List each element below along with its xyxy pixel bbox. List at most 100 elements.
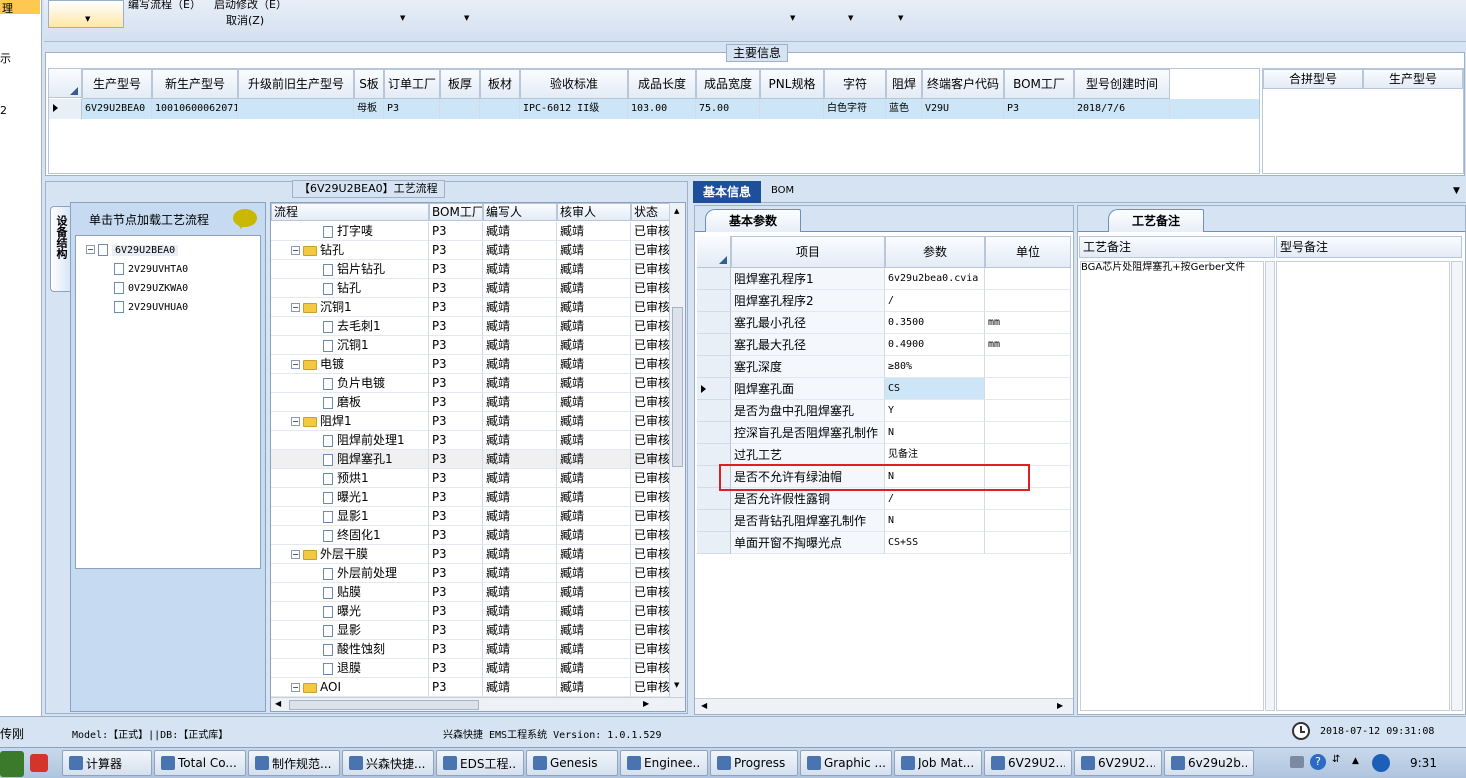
main-col-header[interactable]: 新生产型号 bbox=[152, 69, 238, 99]
tray-keyboard-icon[interactable] bbox=[1290, 756, 1304, 768]
tab-bom[interactable]: BOM bbox=[771, 185, 794, 196]
process-row[interactable]: 阻焊前处理1 P3 臧靖 臧靖 已审核 bbox=[271, 431, 681, 450]
chevron-down-icon[interactable]: ▼ bbox=[464, 14, 469, 22]
remark-scrollbar[interactable] bbox=[1265, 261, 1275, 711]
process-row[interactable]: − 钻孔 P3 臧靖 臧靖 已审核 bbox=[271, 241, 681, 260]
app-icon[interactable] bbox=[30, 754, 48, 772]
process-row[interactable]: 打字唛 P3 臧靖 臧靖 已审核 bbox=[271, 222, 681, 241]
tree-child-node[interactable]: 0V29UZKWA0 bbox=[114, 280, 188, 294]
main-col-header[interactable]: 订单工厂 bbox=[384, 69, 440, 99]
chevron-down-icon[interactable]: ▼ bbox=[1453, 186, 1460, 196]
main-col-header[interactable]: 板厚 bbox=[440, 69, 480, 99]
main-col-header[interactable]: 板材 bbox=[480, 69, 520, 99]
param-row[interactable]: 塞孔最大孔径 0.4900 mm bbox=[697, 334, 1071, 356]
scroll-up-icon[interactable]: ▲ bbox=[674, 207, 679, 215]
param-value-cell[interactable]: 0.3500 bbox=[885, 312, 985, 334]
process-row[interactable]: − 沉铜1 P3 臧靖 臧靖 已审核 bbox=[271, 298, 681, 317]
scroll-thumb[interactable] bbox=[672, 307, 683, 467]
taskbar-item[interactable]: 计算器 bbox=[62, 750, 152, 776]
chevron-down-icon[interactable]: ▼ bbox=[790, 14, 795, 22]
param-value-cell[interactable]: CS bbox=[885, 378, 985, 400]
scroll-left-icon[interactable]: ◀ bbox=[701, 701, 707, 710]
scroll-down-icon[interactable]: ▼ bbox=[674, 681, 679, 689]
param-value-cell[interactable]: / bbox=[885, 488, 985, 510]
subtab-basic-params[interactable]: 基本参数 bbox=[705, 209, 801, 232]
col-merge-model[interactable]: 合拼型号 bbox=[1263, 69, 1363, 89]
main-col-header[interactable]: 升级前旧生产型号 bbox=[238, 69, 354, 99]
main-col-header[interactable]: 成品宽度 bbox=[696, 69, 760, 99]
scroll-right-icon[interactable]: ▶ bbox=[1057, 701, 1063, 710]
taskbar-item[interactable]: 制作规范... bbox=[248, 750, 340, 776]
process-row[interactable]: 曝光 P3 臧靖 臧靖 已审核 bbox=[271, 602, 681, 621]
param-value-cell[interactable]: / bbox=[885, 290, 985, 312]
left-nav-item-a[interactable]: 示 bbox=[0, 50, 11, 66]
expand-icon[interactable]: − bbox=[291, 550, 300, 559]
tab-process-remark[interactable]: 工艺备注 bbox=[1108, 209, 1204, 232]
param-value-cell[interactable]: N bbox=[885, 510, 985, 532]
process-hscrollbar[interactable]: ◀ ▶ bbox=[271, 697, 685, 711]
params-hscrollbar[interactable]: ◀ ▶ bbox=[695, 698, 1073, 714]
expand-icon[interactable]: − bbox=[291, 683, 300, 692]
main-col-header[interactable]: 字符 bbox=[824, 69, 886, 99]
param-value-cell[interactable]: 见备注 bbox=[885, 444, 985, 466]
param-row[interactable]: 塞孔深度 ≥80% bbox=[697, 356, 1071, 378]
menu-start-modify[interactable]: 启动修改（E） bbox=[214, 0, 287, 12]
process-row[interactable]: 负片电镀 P3 臧靖 臧靖 已审核 bbox=[271, 374, 681, 393]
process-row[interactable]: − AOI P3 臧靖 臧靖 已审核 bbox=[271, 678, 681, 697]
main-col-header[interactable]: 阻焊 bbox=[886, 69, 922, 99]
taskbar-item[interactable]: Progress bbox=[710, 750, 798, 776]
param-value-cell[interactable]: Y bbox=[885, 400, 985, 422]
col-unit[interactable]: 单位 bbox=[985, 236, 1071, 268]
tree-child-node[interactable]: 2V29UVHTA0 bbox=[114, 261, 188, 275]
process-row[interactable]: 显影 P3 臧靖 臧靖 已审核 bbox=[271, 621, 681, 640]
chevron-down-icon[interactable]: ▼ bbox=[898, 14, 903, 22]
process-row[interactable]: 磨板 P3 臧靖 臧靖 已审核 bbox=[271, 393, 681, 412]
tray-expand-icon[interactable]: ▲ bbox=[1352, 756, 1359, 766]
main-col-header[interactable]: PNL规格 bbox=[760, 69, 824, 99]
col-production-model[interactable]: 生产型号 bbox=[1363, 69, 1463, 89]
process-row[interactable]: 曝光1 P3 臧靖 臧靖 已审核 bbox=[271, 488, 681, 507]
toolbar-dropdown[interactable]: ▼ bbox=[48, 0, 124, 28]
main-col-header[interactable]: 型号创建时间 bbox=[1074, 69, 1170, 99]
process-row[interactable]: − 外层干膜 P3 臧靖 臧靖 已审核 bbox=[271, 545, 681, 564]
tray-app-icon[interactable] bbox=[1372, 754, 1390, 772]
process-row[interactable]: 钻孔 P3 臧靖 臧靖 已审核 bbox=[271, 279, 681, 298]
param-row[interactable]: 塞孔最小孔径 0.3500 mm bbox=[697, 312, 1071, 334]
tree-root-node[interactable]: −6V29U2BEA0 bbox=[86, 242, 179, 256]
param-value-cell[interactable]: 6v29u2bea0.cvia bbox=[885, 268, 985, 290]
main-col-header[interactable]: 生产型号 bbox=[82, 69, 152, 99]
process-remark-text[interactable]: BGA芯片处阻焊塞孔+按Gerber文件 bbox=[1080, 261, 1264, 711]
process-col-header[interactable]: BOM工厂 bbox=[429, 203, 483, 221]
param-row[interactable]: 阻焊塞孔程序2/ bbox=[697, 290, 1071, 312]
menu-cancel[interactable]: 取消(Z) bbox=[226, 12, 264, 28]
process-row[interactable]: 外层前处理 P3 臧靖 臧靖 已审核 bbox=[271, 564, 681, 583]
main-col-header[interactable]: 验收标准 bbox=[520, 69, 628, 99]
param-value-cell[interactable]: CS+SS bbox=[885, 532, 985, 554]
chevron-down-icon[interactable]: ▼ bbox=[400, 14, 405, 22]
process-col-header[interactable]: 编写人 bbox=[483, 203, 557, 221]
help-icon[interactable]: ? bbox=[1310, 754, 1326, 770]
param-value-cell[interactable]: ≥80% bbox=[885, 356, 985, 378]
process-row[interactable]: 酸性蚀刻 P3 臧靖 臧靖 已审核 bbox=[271, 640, 681, 659]
model-remark-scrollbar[interactable] bbox=[1451, 261, 1463, 711]
chevron-down-icon[interactable]: ▼ bbox=[848, 14, 853, 22]
taskbar-item[interactable]: 兴森快捷... bbox=[342, 750, 434, 776]
main-col-header[interactable]: 终端客户代码 bbox=[922, 69, 1004, 99]
taskbar-item[interactable]: 6V29U2... bbox=[984, 750, 1072, 776]
taskbar-item[interactable]: Graphic ... bbox=[800, 750, 892, 776]
process-col-header[interactable]: 核审人 bbox=[557, 203, 631, 221]
param-row[interactable]: 单面开窗不掏曝光点 CS+SS bbox=[697, 532, 1071, 554]
param-value-cell[interactable]: N bbox=[885, 422, 985, 444]
network-icon[interactable]: ⇵ bbox=[1332, 754, 1344, 772]
scroll-right-icon[interactable]: ▶ bbox=[643, 699, 649, 708]
tab-basic-info[interactable]: 基本信息 bbox=[693, 181, 761, 203]
param-value-cell[interactable]: 0.4900 bbox=[885, 334, 985, 356]
start-icon[interactable] bbox=[0, 751, 24, 777]
hscroll-thumb[interactable] bbox=[289, 700, 479, 710]
process-vscrollbar[interactable]: ▲ ▼ bbox=[669, 203, 685, 697]
main-col-header[interactable]: 成品长度 bbox=[628, 69, 696, 99]
taskbar-item[interactable]: Enginee... bbox=[620, 750, 708, 776]
expand-icon[interactable]: − bbox=[291, 303, 300, 312]
col-item[interactable]: 项目 bbox=[731, 236, 885, 268]
col-param[interactable]: 参数 bbox=[885, 236, 985, 268]
